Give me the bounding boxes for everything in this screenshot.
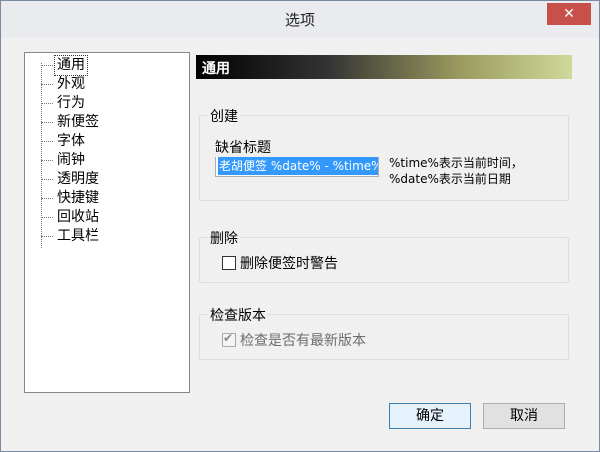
create-group-title: 创建 (208, 106, 240, 126)
tree-item-label: 工具栏 (57, 228, 99, 244)
category-tree[interactable]: 通用 外观 行为 新便签 字体 闹钟 透明度 快捷键 回收站 工具栏 (24, 52, 190, 393)
tree-item-label: 快捷键 (57, 190, 99, 206)
cancel-button[interactable]: 取消 (483, 403, 565, 429)
tree-item-label: 通用 (54, 55, 88, 76)
page-header: 通用 (196, 55, 572, 79)
page-header-title: 通用 (202, 61, 230, 77)
close-icon: ✕ (563, 6, 575, 22)
delete-warning-label[interactable]: 删除便签时警告 (240, 253, 338, 273)
tree-connector-line (41, 63, 42, 248)
title-bar[interactable]: 选项 ✕ (1, 1, 599, 37)
check-version-group-title: 检查版本 (208, 305, 268, 325)
tree-item-label: 新便签 (57, 114, 99, 130)
tree-item-label: 闹钟 (57, 152, 85, 168)
default-title-value: 老胡便签 %date% - %time% (218, 157, 378, 175)
date-hint: %date%表示当前日期 (389, 172, 511, 186)
tree-item-label: 透明度 (57, 171, 99, 187)
close-button[interactable]: ✕ (547, 3, 591, 25)
tree-item-label: 字体 (57, 133, 85, 149)
tree-item-label: 行为 (57, 95, 85, 111)
check-update-checkbox[interactable] (222, 331, 236, 347)
tree-item-label: 回收站 (57, 209, 99, 225)
dialog-title: 选项 (284, 11, 315, 29)
tree-item-label: 外观 (57, 76, 85, 92)
delete-group-title: 删除 (208, 228, 240, 248)
options-dialog: 选项 ✕ 通用 外观 行为 新便签 字体 闹钟 透明度 快捷键 回收站 工具栏 … (0, 0, 600, 452)
time-hint: %time%表示当前时间， (389, 156, 523, 170)
default-title-label: 缺省标题 (215, 140, 271, 156)
default-title-input[interactable]: 老胡便签 %date% - %time% (215, 157, 379, 177)
ok-button[interactable]: 确定 (389, 403, 471, 429)
check-update-label[interactable]: 检查是否有最新版本 (240, 330, 366, 350)
delete-warning-checkbox[interactable] (222, 256, 236, 270)
